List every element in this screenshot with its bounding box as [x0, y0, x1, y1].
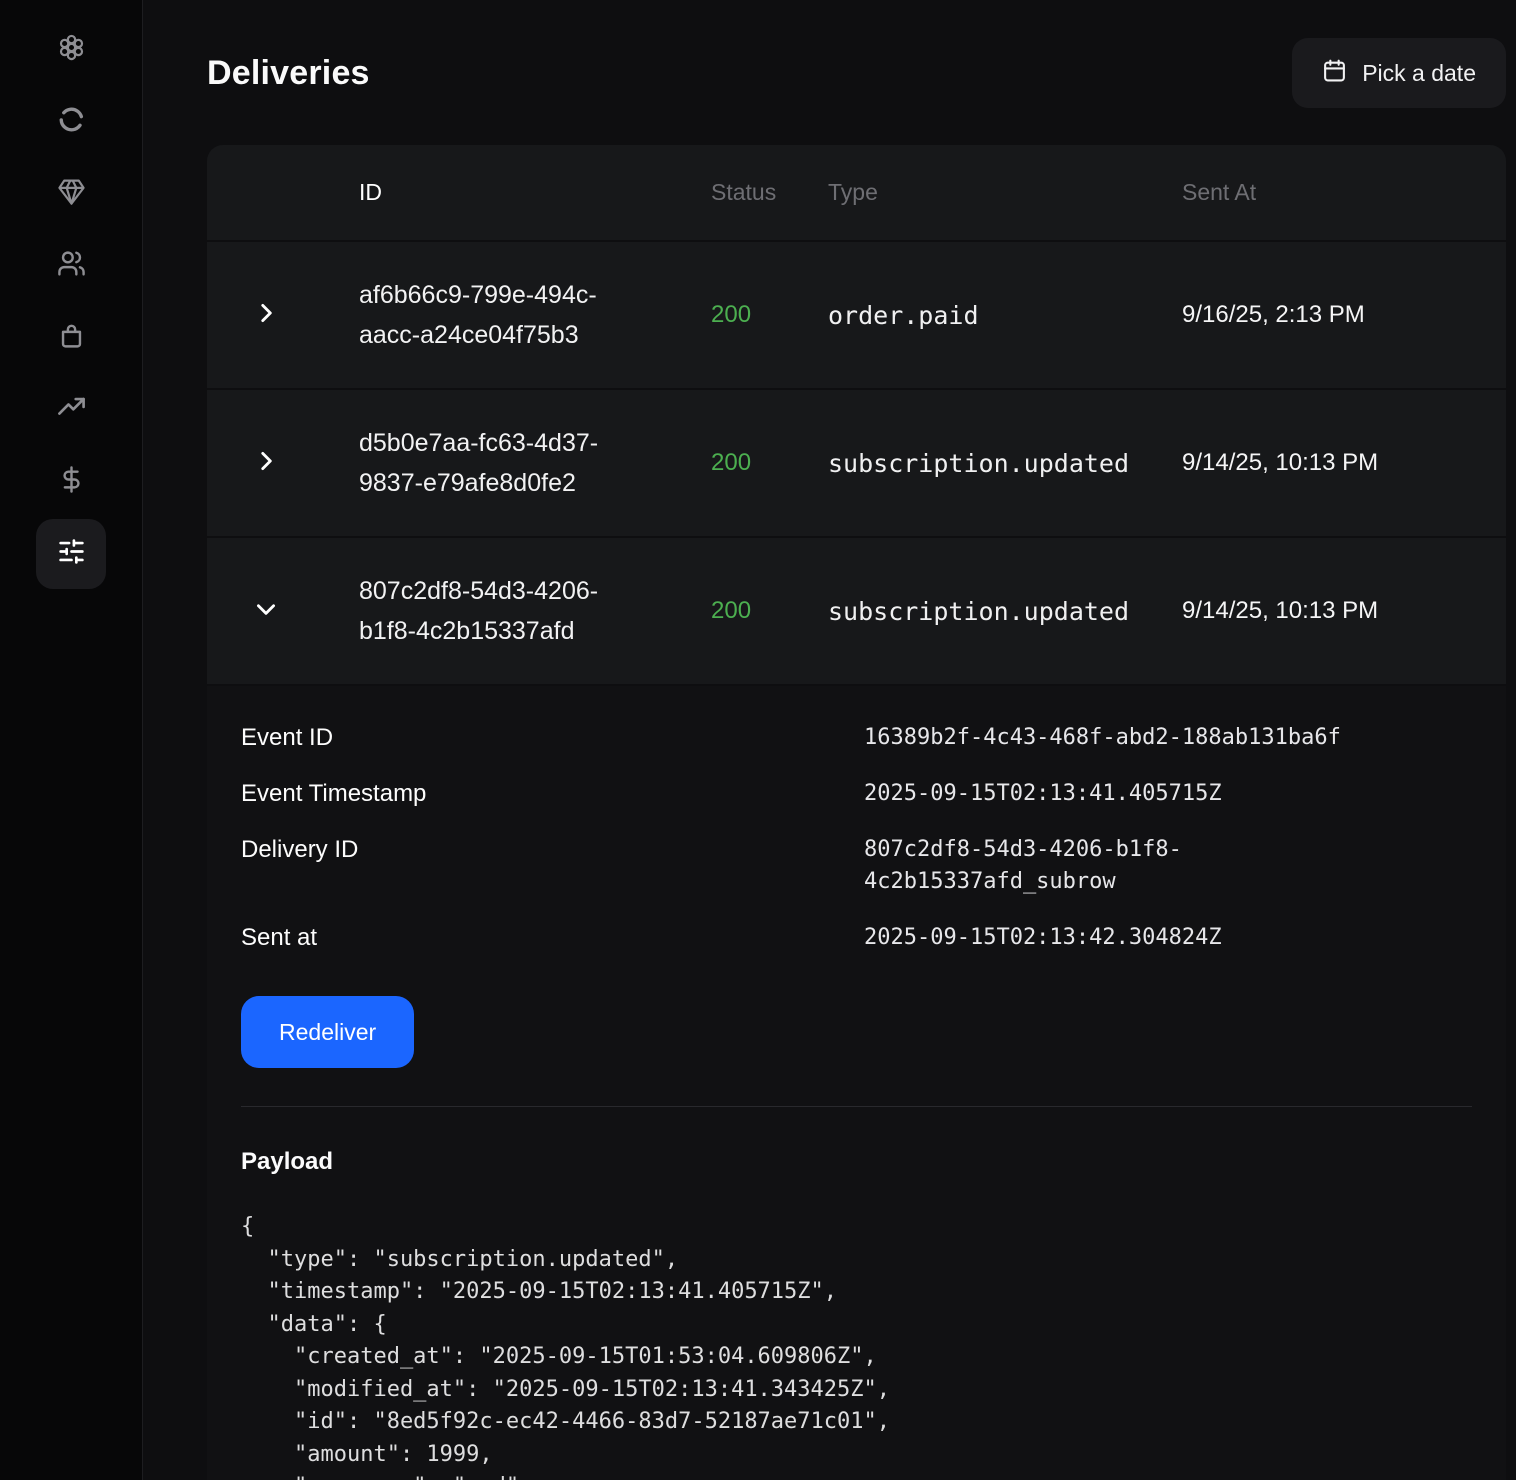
delivery-id-cell: d5b0e7aa-fc63-4d37-9837-e79afe8d0fe2 [359, 423, 711, 503]
table-row-expanded[interactable]: 807c2df8-54d3-4206-b1f8-4c2b15337afd 200… [207, 536, 1506, 684]
shopping-bag-icon [57, 321, 86, 355]
sidebar-item-customers[interactable] [36, 231, 106, 301]
expand-row-button[interactable] [207, 448, 359, 479]
users-icon [57, 249, 86, 283]
status-code-cell: 200 [711, 301, 828, 329]
detail-field-label: Event Timestamp [241, 778, 864, 810]
detail-field-value: 16389b2f-4c43-468f-abd2-188ab131ba6f [864, 722, 1384, 754]
sidebar-item-analytics[interactable] [36, 375, 106, 445]
column-header-sent-at: Sent At [1182, 179, 1506, 206]
delivery-id-cell: 807c2df8-54d3-4206-b1f8-4c2b15337afd [359, 571, 711, 651]
sidebar-item-finance[interactable] [36, 447, 106, 517]
open-circle-icon [57, 105, 86, 139]
table-row[interactable]: d5b0e7aa-fc63-4d37-9837-e79afe8d0fe2 200… [207, 388, 1506, 536]
column-header-id: ID [359, 179, 711, 206]
column-header-type: Type [828, 179, 1182, 206]
page-header: Deliveries Pick a date [207, 38, 1506, 108]
detail-field-sent-at: Sent at 2025-09-15T02:13:42.304824Z [241, 910, 1472, 966]
detail-field-value: 807c2df8-54d3-4206-b1f8-4c2b15337afd_sub… [864, 834, 1384, 898]
chevron-down-icon [253, 596, 279, 627]
dollar-icon [57, 465, 86, 499]
sidebar-item-org[interactable] [36, 15, 106, 85]
sent-at-cell: 9/16/25, 2:13 PM [1182, 301, 1506, 329]
detail-field-event-timestamp: Event Timestamp 2025-09-15T02:13:41.4057… [241, 766, 1472, 822]
sent-at-cell: 9/14/25, 10:13 PM [1182, 449, 1506, 477]
app-root: Deliveries Pick a date ID Status Type [0, 0, 1516, 1480]
detail-field-value: 2025-09-15T02:13:41.405715Z [864, 778, 1384, 810]
sidebar-item-settings[interactable] [36, 519, 106, 589]
detail-field-value: 2025-09-15T02:13:42.304824Z [864, 922, 1384, 954]
main-content: Deliveries Pick a date ID Status Type [143, 0, 1516, 1480]
event-type-cell: order.paid [828, 301, 1182, 330]
page-title: Deliveries [207, 54, 370, 93]
sidebar-item-home[interactable] [36, 87, 106, 157]
chevron-right-icon [253, 300, 279, 331]
table-row[interactable]: af6b66c9-799e-494c-aacc-a24ce04f75b3 200… [207, 240, 1506, 388]
pick-date-label: Pick a date [1362, 60, 1476, 87]
pick-date-button[interactable]: Pick a date [1292, 38, 1506, 108]
status-code-cell: 200 [711, 597, 828, 625]
trending-up-icon [57, 393, 86, 427]
delivery-id-cell: af6b66c9-799e-494c-aacc-a24ce04f75b3 [359, 275, 711, 355]
deliveries-table: ID Status Type Sent At af6b66c9-799e-494… [207, 145, 1506, 1480]
circles-cluster-icon [57, 33, 86, 67]
detail-field-label: Event ID [241, 722, 864, 754]
delivery-detail-panel: Event ID 16389b2f-4c43-468f-abd2-188ab13… [207, 684, 1506, 1480]
event-type-cell: subscription.updated [828, 597, 1182, 626]
sidebar [0, 0, 143, 1480]
detail-field-label: Sent at [241, 922, 864, 954]
sliders-icon [57, 537, 86, 571]
sidebar-item-sales[interactable] [36, 303, 106, 373]
detail-field-delivery-id: Delivery ID 807c2df8-54d3-4206-b1f8-4c2b… [241, 822, 1472, 910]
calendar-icon [1322, 58, 1347, 89]
sidebar-item-products[interactable] [36, 159, 106, 229]
section-divider [241, 1106, 1472, 1107]
table-header-row: ID Status Type Sent At [207, 145, 1506, 240]
gem-icon [57, 177, 86, 211]
sent-at-cell: 9/14/25, 10:13 PM [1182, 597, 1506, 625]
payload-heading: Payload [241, 1148, 1472, 1176]
collapse-row-button[interactable] [207, 596, 359, 627]
status-code-cell: 200 [711, 449, 828, 477]
detail-field-event-id: Event ID 16389b2f-4c43-468f-abd2-188ab13… [241, 710, 1472, 766]
column-header-status: Status [711, 179, 828, 206]
redeliver-button[interactable]: Redeliver [241, 996, 414, 1068]
event-type-cell: subscription.updated [828, 449, 1182, 478]
expand-row-button[interactable] [207, 300, 359, 331]
payload-json-block: { "type": "subscription.updated", "times… [241, 1211, 1472, 1480]
chevron-right-icon [253, 448, 279, 479]
detail-field-label: Delivery ID [241, 834, 864, 866]
